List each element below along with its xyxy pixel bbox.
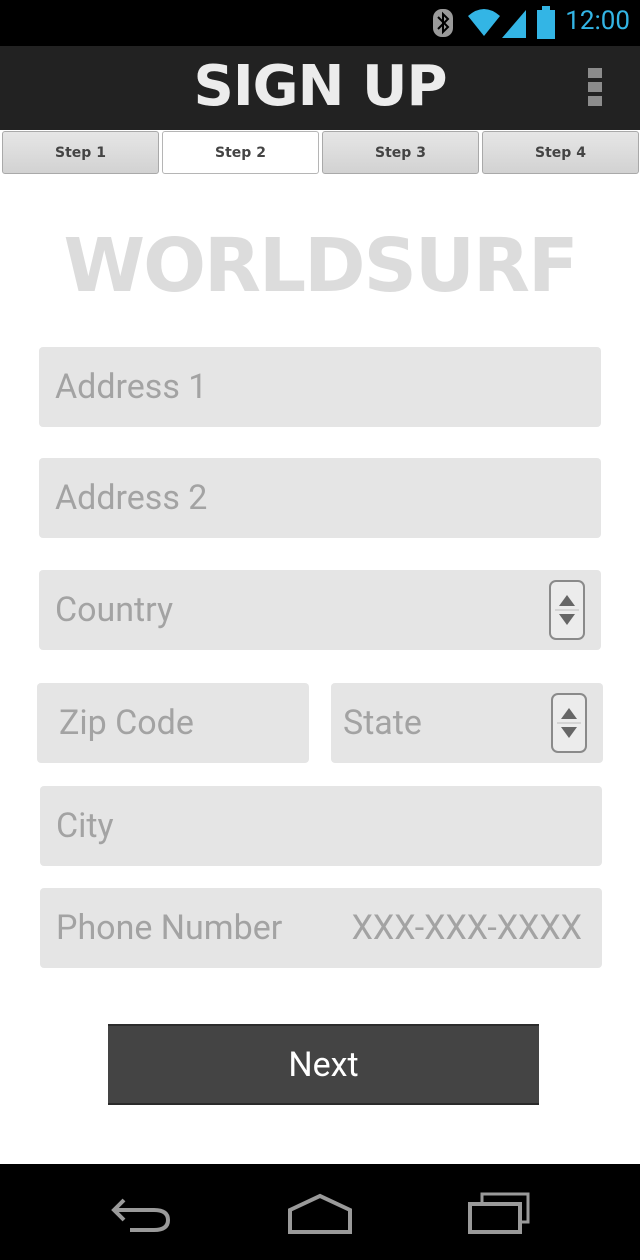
address1-field[interactable]: Address 1 — [39, 347, 601, 427]
step-tabs: Step 1 Step 2 Step 3 Step 4 — [0, 130, 640, 176]
system-nav-bar — [0, 1164, 640, 1260]
tab-step-1[interactable]: Step 1 — [2, 131, 159, 174]
tab-step-3[interactable]: Step 3 — [322, 131, 479, 174]
battery-icon — [536, 6, 556, 44]
page-title: SIGN UP — [193, 54, 447, 119]
address2-placeholder: Address 2 — [55, 478, 208, 518]
zip-code-field[interactable]: Zip Code — [37, 683, 309, 763]
overflow-menu-icon[interactable] — [588, 68, 604, 110]
wifi-icon — [466, 6, 502, 42]
address2-field[interactable]: Address 2 — [39, 458, 601, 538]
address1-placeholder: Address 1 — [55, 367, 208, 407]
next-button[interactable]: Next — [108, 1024, 539, 1105]
state-placeholder: State — [343, 703, 422, 743]
signal-icon — [500, 8, 528, 42]
action-bar: SIGN UP — [0, 46, 640, 130]
city-field[interactable]: City — [40, 786, 602, 866]
status-clock: 12:00 — [565, 6, 630, 36]
phone-format-hint: XXX-XXX-XXXX — [351, 908, 582, 948]
bluetooth-icon — [432, 8, 454, 42]
tab-step-4[interactable]: Step 4 — [482, 131, 639, 174]
tab-step-2[interactable]: Step 2 — [162, 131, 319, 174]
spinner-arrows-icon[interactable] — [549, 580, 585, 640]
spinner-arrows-icon[interactable] — [551, 693, 587, 753]
back-icon[interactable] — [110, 1192, 174, 1240]
city-placeholder: City — [56, 806, 114, 846]
phone-number-placeholder: Phone Number — [56, 908, 283, 948]
state-select[interactable]: State — [331, 683, 603, 763]
phone-number-field[interactable]: Phone Number XXX-XXX-XXXX — [40, 888, 602, 968]
zip-code-placeholder: Zip Code — [59, 703, 194, 743]
country-select[interactable]: Country — [39, 570, 601, 650]
worldsurf-logo: WORLDSURF — [63, 223, 578, 309]
status-bar: 12:00 — [0, 0, 640, 46]
home-icon[interactable] — [286, 1192, 354, 1240]
recent-apps-icon[interactable] — [466, 1192, 532, 1240]
country-placeholder: Country — [55, 590, 174, 630]
